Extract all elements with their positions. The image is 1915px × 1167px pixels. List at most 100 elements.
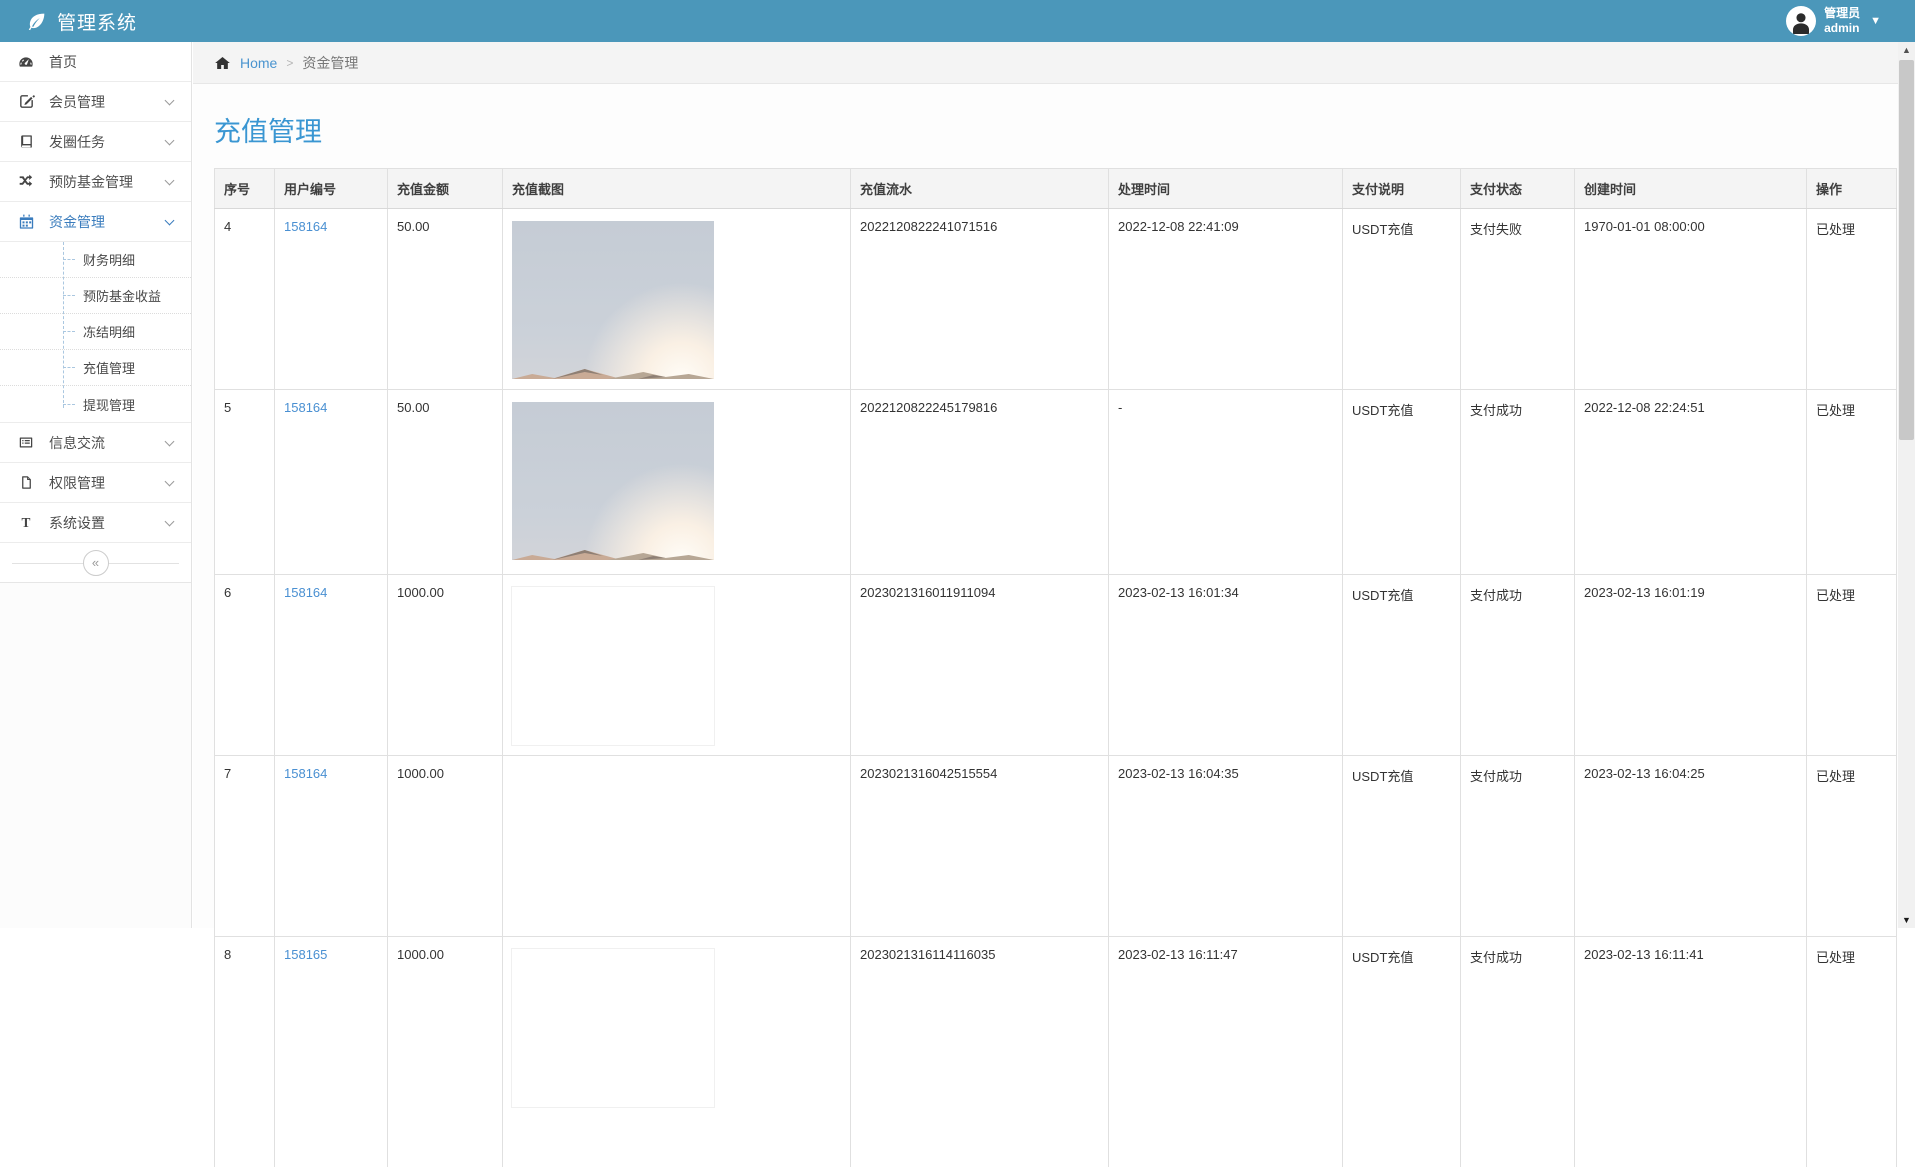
cell-screenshot [503, 209, 851, 390]
recharge-screenshot-image[interactable] [512, 587, 714, 745]
user-id-link[interactable]: 158164 [284, 219, 327, 234]
cell-amount: 1000.00 [388, 937, 503, 1167]
dashboard-icon [16, 53, 36, 71]
sidebar-subitem[interactable]: 财务明细 [0, 242, 191, 278]
chevron-down-icon [165, 135, 175, 145]
cell-pay-status: 支付成功 [1461, 756, 1575, 937]
app-title: 管理系统 [57, 8, 137, 35]
recharge-screenshot-image[interactable] [512, 768, 714, 926]
chevron-down-icon [165, 516, 175, 526]
cell-pay-status: 支付成功 [1461, 937, 1575, 1167]
column-header: 支付说明 [1343, 169, 1461, 209]
sidebar-item-label: 系统设置 [49, 513, 153, 533]
cell-screenshot [503, 756, 851, 937]
cell-pay-status: 支付成功 [1461, 575, 1575, 756]
cell-pay-status: 支付成功 [1461, 390, 1575, 575]
sidebar-item-settings[interactable]: T系统设置 [0, 503, 191, 543]
chevron-down-icon [165, 175, 175, 185]
chevron-down-icon [165, 436, 175, 446]
table-row: 515816450.002022120822245179816-USDT充值支付… [215, 390, 1897, 575]
cell-amount: 50.00 [388, 209, 503, 390]
sidebar: 首页会员管理发圈任务预防基金管理资金管理财务明细预防基金收益冻结明细充值管理提现… [0, 42, 192, 928]
scroll-down-arrow-icon[interactable]: ▼ [1898, 912, 1915, 928]
column-header: 创建时间 [1575, 169, 1807, 209]
scroll-up-arrow-icon[interactable]: ▲ [1898, 42, 1915, 58]
breadcrumb-separator: > [286, 56, 293, 70]
sidebar-nav: 首页会员管理发圈任务预防基金管理资金管理财务明细预防基金收益冻结明细充值管理提现… [0, 42, 191, 543]
user-id-link[interactable]: 158164 [284, 400, 327, 415]
cell-screenshot [503, 390, 851, 575]
home-icon [214, 55, 231, 70]
cell-create-time: 1970-01-01 08:00:00 [1575, 209, 1807, 390]
book-icon [16, 133, 36, 151]
sidebar-subitem[interactable]: 预防基金收益 [0, 278, 191, 314]
cell-serial: 2023021316011911094 [851, 575, 1109, 756]
sidebar-item-permissions[interactable]: 权限管理 [0, 463, 191, 503]
breadcrumb: Home > 资金管理 [193, 42, 1915, 84]
cell-process-time: 2023-02-13 16:11:47 [1109, 937, 1343, 1167]
sidebar-subitem[interactable]: 冻结明细 [0, 314, 191, 350]
sidebar-subitem-label: 财务明细 [83, 250, 135, 269]
page-title: 充值管理 [214, 110, 1895, 149]
collapse-icon: « [92, 555, 99, 570]
vertical-scrollbar[interactable]: ▲ ▼ [1898, 42, 1915, 928]
cell-operation: 已处理 [1807, 390, 1897, 575]
cell-process-time: 2023-02-13 16:04:35 [1109, 756, 1343, 937]
sidebar-item-home[interactable]: 首页 [0, 42, 191, 82]
scrollbar-thumb[interactable] [1899, 60, 1914, 440]
sidebar-subitem[interactable]: 提现管理 [0, 386, 191, 422]
sidebar-item-label: 信息交流 [49, 433, 153, 453]
recharge-screenshot-image[interactable] [512, 949, 714, 1107]
cell-pay-desc: USDT充值 [1343, 575, 1461, 756]
sidebar-subitem[interactable]: 充值管理 [0, 350, 191, 386]
recharge-screenshot-image[interactable] [512, 221, 714, 379]
shuffle-icon [16, 173, 36, 191]
user-id-link[interactable]: 158164 [284, 585, 327, 600]
breadcrumb-current: 资金管理 [302, 53, 358, 73]
sidebar-item-members[interactable]: 会员管理 [0, 82, 191, 122]
sidebar-item-label: 发圈任务 [49, 132, 153, 152]
sidebar-item-funds[interactable]: 资金管理 [0, 202, 191, 242]
cell-no: 5 [215, 390, 275, 575]
sidebar-collapse-button[interactable]: « [83, 550, 109, 576]
cell-create-time: 2023-02-13 16:04:25 [1575, 756, 1807, 937]
cell-create-time: 2022-12-08 22:24:51 [1575, 390, 1807, 575]
table-header-row: 序号用户编号充值金额充值截图充值流水处理时间支付说明支付状态创建时间操作 [215, 169, 1897, 209]
cell-amount: 50.00 [388, 390, 503, 575]
user-label: 管理员 admin [1824, 6, 1860, 36]
file-icon [16, 474, 36, 492]
table-row: 81581651000.0020230213161141160352023-02… [215, 937, 1897, 1167]
cell-operation: 已处理 [1807, 756, 1897, 937]
cell-pay-status: 支付失败 [1461, 209, 1575, 390]
cell-operation: 已处理 [1807, 575, 1897, 756]
sidebar-empty-area [0, 583, 191, 928]
recharge-screenshot-image[interactable] [512, 402, 714, 560]
user-id-link[interactable]: 158165 [284, 947, 327, 962]
sidebar-submenu-funds: 财务明细预防基金收益冻结明细充值管理提现管理 [0, 242, 191, 423]
column-header: 序号 [215, 169, 275, 209]
sidebar-item-prevention-fund[interactable]: 预防基金管理 [0, 162, 191, 202]
sidebar-item-label: 资金管理 [49, 212, 153, 232]
sidebar-subitem-label: 预防基金收益 [83, 286, 161, 305]
sidebar-subitem-label: 冻结明细 [83, 322, 135, 341]
top-header-bar: 管理系统 管理员 admin ▼ [0, 0, 1915, 42]
sidebar-item-post-tasks[interactable]: 发圈任务 [0, 122, 191, 162]
recharge-table: 序号用户编号充值金额充值截图充值流水处理时间支付说明支付状态创建时间操作 415… [214, 168, 1897, 1167]
cell-no: 8 [215, 937, 275, 1167]
breadcrumb-home-link[interactable]: Home [240, 55, 277, 71]
chevron-down-icon [165, 95, 175, 105]
sidebar-subitem-label: 提现管理 [83, 395, 135, 414]
user-menu[interactable]: 管理员 admin ▼ [1786, 6, 1915, 36]
sidebar-collapse-row: « [0, 543, 191, 583]
cell-screenshot [503, 575, 851, 756]
cell-pay-desc: USDT充值 [1343, 756, 1461, 937]
sidebar-item-label: 预防基金管理 [49, 172, 153, 192]
sidebar-item-messages[interactable]: 信息交流 [0, 423, 191, 463]
sidebar-item-label: 会员管理 [49, 92, 153, 112]
cell-user-id: 158164 [275, 209, 388, 390]
calendar-icon [16, 213, 36, 231]
cell-serial: 2022120822241071516 [851, 209, 1109, 390]
cell-operation: 已处理 [1807, 209, 1897, 390]
user-id-link[interactable]: 158164 [284, 766, 327, 781]
column-header: 充值流水 [851, 169, 1109, 209]
